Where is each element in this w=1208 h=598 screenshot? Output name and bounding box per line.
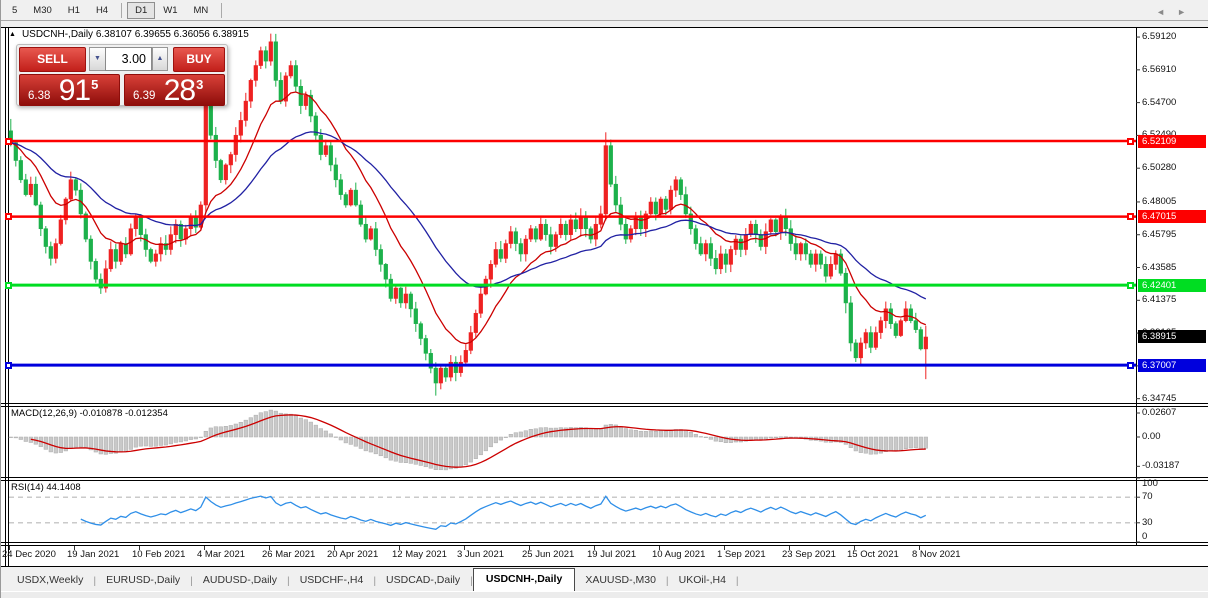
date-axis-label: 10 Feb 2021 (132, 549, 186, 560)
price-axis-tick: 6.48005 (1142, 195, 1177, 207)
level-line-handle[interactable] (5, 213, 12, 221)
spin-down-icon: ▼ (94, 55, 101, 62)
price-axis-tick: 6.56910 (1142, 63, 1177, 75)
tab-usdx-weekly[interactable]: USDX,Weekly (7, 570, 93, 591)
macd-label: MACD(12,26,9) -0.010878 -0.012354 (11, 408, 168, 419)
buy-price-big: 28 (163, 74, 196, 107)
buy-quote-button[interactable]: 6.39 28 3 (124, 74, 225, 106)
level-price-label: 6.37007 (1138, 358, 1206, 372)
level-line-handle[interactable] (5, 281, 12, 289)
collapse-panel-icon[interactable]: ▲ (9, 30, 16, 40)
price-axis-tick: 6.50280 (1142, 162, 1177, 174)
buy-price-sup: 3 (196, 77, 204, 92)
macd-axis-tick: 0.02607 (1142, 407, 1177, 418)
tab-separator: | (735, 575, 739, 587)
tab-scroll-buttons[interactable]: ◄► (1156, 7, 1198, 17)
date-axis-label: 24 Dec 2020 (2, 549, 56, 560)
level-line-handle[interactable] (1127, 361, 1134, 369)
tab-eurusd-daily[interactable]: EURUSD-,Daily (96, 570, 190, 591)
sell-price-big: 91 (58, 74, 91, 107)
rsi-axis-tick: 0 (1142, 531, 1148, 542)
price-axis-tick: 6.54700 (1142, 96, 1177, 108)
level-line-handle[interactable] (1127, 137, 1134, 145)
sell-price-small: 6.38 (28, 90, 51, 102)
status-strip (1, 591, 1208, 598)
level-line-handle[interactable] (5, 361, 12, 369)
volume-decrease-button[interactable]: ▼ (89, 47, 105, 71)
level-line-handle[interactable] (5, 137, 12, 145)
rsi-axis-tick: 30 (1142, 516, 1153, 528)
rsi-axis-tick: 70 (1142, 491, 1153, 503)
chart-tab-bar: USDX,Weekly | EURUSD-,Daily | AUDUSD-,Daily |… (1, 566, 1208, 591)
level-price-label: 6.52109 (1138, 134, 1206, 148)
chart-title-text: USDCNH-,Daily 6.38107 6.39655 6.36056 6.… (21, 29, 249, 40)
buy-button[interactable]: BUY (173, 47, 225, 72)
sell-button[interactable]: SELL (19, 47, 86, 72)
spin-up-icon: ▲ (156, 55, 164, 62)
level-price-label: 6.47015 (1138, 210, 1206, 224)
price-axis-tick: 6.59120 (1142, 31, 1177, 43)
date-axis-label: 3 Jun 2021 (457, 549, 505, 560)
price-axis-tick: 6.41375 (1142, 294, 1177, 306)
date-axis-label: 12 May 2021 (392, 549, 447, 560)
tab-ukoil-h4[interactable]: UKOil-,H4 (669, 570, 736, 591)
price-axis-tick: 6.43585 (1142, 261, 1177, 273)
sell-quote-button[interactable]: 6.38 91 5 (19, 74, 120, 106)
tab-scroll-right-icon[interactable]: ► (1177, 7, 1198, 17)
volume-increase-button[interactable]: ▲ (152, 47, 168, 71)
date-axis-label: 19 Jul 2021 (587, 549, 637, 560)
one-click-trading-panel: SELL ▼ ▲ BUY 6.38 91 5 6.39 28 3 (16, 44, 228, 106)
date-axis-label: 19 Jan 2021 (67, 549, 120, 560)
price-axis-tick: 6.45795 (1142, 228, 1177, 240)
tab-usdchf-h4[interactable]: USDCHF-,H4 (290, 570, 374, 591)
date-axis-label: 25 Jun 2021 (522, 549, 575, 560)
date-axis-label: 1 Sep 2021 (717, 549, 766, 560)
date-axis-label: 23 Sep 2021 (782, 549, 836, 560)
date-axis-label: 15 Oct 2021 (847, 549, 899, 560)
tab-scroll-left-icon[interactable]: ◄ (1156, 7, 1177, 17)
date-axis-label: 26 Mar 2021 (262, 549, 316, 560)
buy-price-small: 6.39 (133, 90, 156, 102)
macd-axis-tick: 0.00 (1142, 431, 1161, 442)
terminal-window: 5 M30 H1 H4 D1 W1 MN ▲ USDCNH-,Daily 6.38107 6… (0, 0, 1208, 598)
date-axis-label: 10 Aug 2021 (652, 549, 706, 560)
price-axis-tick: 6.34745 (1142, 392, 1177, 404)
date-axis-label: 4 Mar 2021 (197, 549, 246, 560)
rsi-label: RSI(14) 44.1408 (11, 482, 81, 493)
level-price-label: 6.42401 (1138, 278, 1206, 292)
chart-title: ▲ USDCNH-,Daily 6.38107 6.39655 6.36056 … (9, 29, 249, 40)
date-axis-label: 20 Apr 2021 (327, 549, 379, 560)
rsi-axis-tick: 100 (1142, 478, 1158, 489)
macd-axis-tick: -0.03187 (1142, 460, 1180, 472)
volume-input[interactable] (105, 47, 152, 71)
tab-usdcad-daily[interactable]: USDCAD-,Daily (376, 570, 470, 591)
level-line-handle[interactable] (1127, 281, 1134, 289)
level-line-handle[interactable] (1127, 213, 1134, 221)
tab-xauusd-m30[interactable]: XAUUSD-,M30 (575, 570, 666, 591)
sell-price-sup: 5 (91, 77, 99, 92)
current-price-label: 6.38915 (1138, 330, 1206, 344)
date-axis-label: 8 Nov 2021 (912, 549, 961, 560)
tab-audusd-daily[interactable]: AUDUSD-,Daily (193, 570, 287, 591)
tab-usdcnh-daily[interactable]: USDCNH-,Daily (472, 568, 576, 591)
